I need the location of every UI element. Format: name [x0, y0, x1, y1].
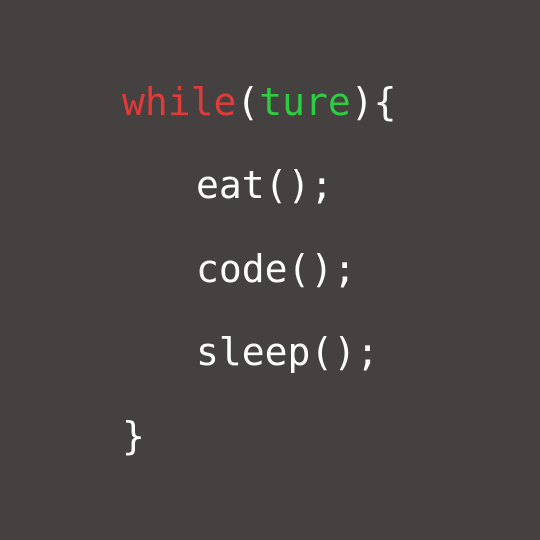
statement-eat: eat();	[196, 163, 334, 207]
open-paren: (	[236, 80, 260, 124]
close-paren-open-brace: ){	[350, 80, 397, 124]
while-keyword: while	[122, 80, 237, 124]
statement-code: code();	[196, 247, 357, 291]
while-line: while(ture){	[122, 76, 397, 128]
closing-brace: }	[122, 414, 145, 458]
condition-literal: ture	[259, 80, 351, 124]
statement-sleep: sleep();	[196, 330, 380, 374]
code-poster: while(ture){ eat(); code(); sleep(); }	[0, 0, 540, 540]
